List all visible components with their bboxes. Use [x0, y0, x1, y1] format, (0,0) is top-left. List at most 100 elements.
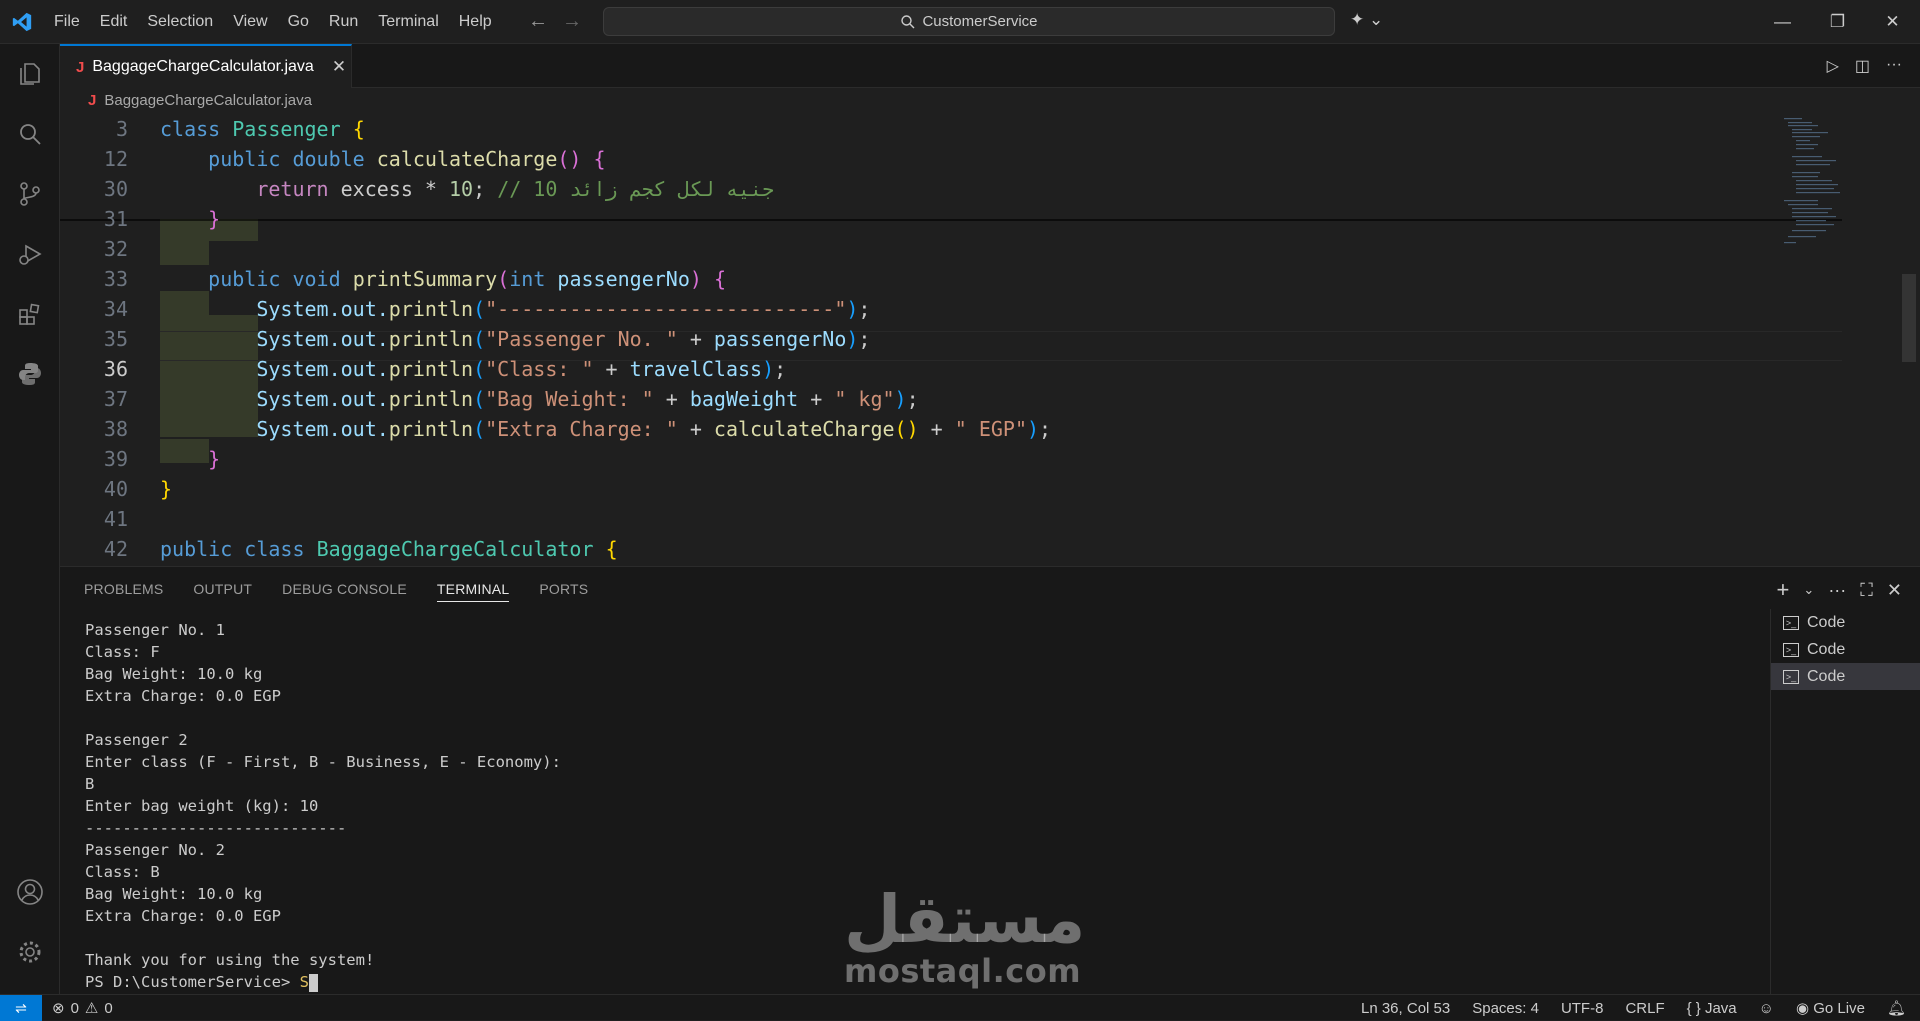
encoding[interactable]: UTF-8 [1561, 1000, 1604, 1017]
terminal-icon: >_ [1783, 669, 1799, 684]
restore-icon[interactable]: ❐ [1810, 0, 1865, 44]
code-token: class [160, 117, 221, 141]
cursor-position[interactable]: Ln 36, Col 53 [1361, 1000, 1450, 1017]
run-file-icon[interactable]: ▷ [1827, 56, 1839, 76]
go-live[interactable]: ◉ Go Live [1796, 999, 1865, 1017]
language-mode[interactable]: { } Java [1687, 1000, 1737, 1017]
tab-terminal[interactable]: TERMINAL [436, 581, 510, 602]
code-token: ; [858, 327, 871, 351]
breadcrumb-file[interactable]: BaggageChargeCalculator.java [104, 92, 312, 109]
code-editor[interactable]: 3 class Passenger { 12 public double cal… [60, 114, 1920, 566]
code-line: 39 } [60, 444, 1860, 474]
code-token: } [208, 207, 221, 231]
minimize-icon[interactable]: — [1755, 0, 1810, 44]
tab-problems[interactable]: PROBLEMS [84, 581, 163, 602]
copilot-status-icon[interactable]: ☺ [1759, 1000, 1774, 1017]
terminal-name: Code [1807, 613, 1846, 631]
tab-output[interactable]: OUTPUT [193, 581, 252, 602]
menu-view[interactable]: View [223, 13, 277, 31]
menu-selection[interactable]: Selection [137, 13, 223, 31]
close-tab-icon[interactable]: ✕ [332, 57, 346, 77]
menu-edit[interactable]: Edit [90, 13, 138, 31]
editor-scrollbar-thumb[interactable] [1902, 274, 1916, 362]
java-file-icon: J [88, 92, 97, 109]
nav-arrows: ← → [528, 10, 582, 33]
chevron-down-icon[interactable]: ⌄ [1803, 582, 1814, 598]
source-control-icon[interactable] [12, 176, 48, 212]
menu-help[interactable]: Help [449, 13, 502, 31]
panel-actions: + ⌄ ··· ⛶ ✕ [1777, 577, 1902, 603]
copilot-icon[interactable]: ✦ ⌄ [1350, 10, 1383, 30]
remote-indicator-icon[interactable]: ⇌ [0, 995, 42, 1021]
line-number: 12 [103, 147, 128, 171]
code-token: printSummary [352, 267, 498, 291]
code-token: () [894, 417, 919, 441]
tab-debug-console[interactable]: DEBUG CONSOLE [282, 581, 407, 602]
code-token: "Bag Weight: " [485, 387, 654, 411]
minimap[interactable] [1782, 116, 1842, 256]
explorer-icon[interactable] [12, 56, 48, 92]
split-editor-icon[interactable]: ◫ [1855, 56, 1870, 76]
end-of-line[interactable]: CRLF [1625, 1000, 1664, 1017]
code-line: 41 [60, 504, 1860, 534]
breadcrumb: J BaggageChargeCalculator.java [88, 92, 312, 109]
more-actions-icon[interactable]: ··· [1886, 56, 1902, 76]
manage-gear-icon[interactable] [12, 934, 48, 970]
terminal-text: Passenger No. 1 Class: F Bag Weight: 10.… [85, 621, 561, 969]
code-token: ; [858, 297, 871, 321]
more-actions-icon[interactable]: ··· [1828, 580, 1846, 601]
code-token: bagWeight [689, 387, 799, 411]
accounts-icon[interactable] [12, 874, 48, 910]
maximize-panel-icon[interactable]: ⛶ [1860, 580, 1873, 601]
tab-baggagechargecalculator[interactable]: J BaggageChargeCalculator.java ✕ [60, 44, 352, 88]
tab-ports[interactable]: PORTS [539, 581, 588, 602]
code-line: 37 System.out.println("Bag Weight: " + b… [60, 384, 1860, 414]
code-token: System.out. [256, 357, 389, 381]
watermark-latin: mostaql.com [844, 952, 1082, 990]
line-number: 36 [103, 357, 128, 381]
code-token: ( [473, 417, 486, 441]
editor-area: J BaggageChargeCalculator.java ✕ ▷ ◫ ···… [60, 44, 1920, 566]
code-token: "Passenger No. " [485, 327, 678, 351]
code-token: " EGP" [954, 417, 1027, 441]
error-count: 0 [70, 999, 79, 1017]
back-arrow-icon[interactable]: ← [528, 10, 548, 33]
code-token: passengerNo [713, 327, 847, 351]
terminal-output[interactable]: Passenger No. 1 Class: F Bag Weight: 10.… [85, 619, 561, 993]
command-center-search[interactable]: CustomerService [603, 7, 1335, 36]
line-number: 41 [103, 507, 128, 531]
code-token: } [208, 447, 221, 471]
forward-arrow-icon[interactable]: → [562, 10, 582, 33]
broadcast-icon: ◉ [1795, 1000, 1810, 1017]
code-token: ) [689, 267, 702, 291]
search-view-icon[interactable] [12, 116, 48, 152]
activity-bar [0, 44, 60, 994]
menu-go[interactable]: Go [278, 13, 319, 31]
code-token: public [160, 537, 233, 561]
terminal-list-item[interactable]: >_ Code [1771, 636, 1920, 663]
python-icon[interactable] [12, 356, 48, 392]
notifications-bell-icon[interactable]: 🔔︎ [1887, 999, 1906, 1017]
run-debug-icon[interactable] [12, 236, 48, 272]
code-token: ) [762, 357, 775, 381]
close-panel-icon[interactable]: ✕ [1887, 580, 1902, 601]
indentation[interactable]: Spaces: 4 [1472, 1000, 1539, 1017]
new-terminal-icon[interactable]: + [1777, 577, 1790, 603]
close-window-icon[interactable]: ✕ [1865, 0, 1920, 44]
menu-run[interactable]: Run [319, 13, 368, 31]
terminal-list-item[interactable]: >_ Code [1771, 609, 1920, 636]
menu-terminal[interactable]: Terminal [368, 13, 448, 31]
menu-file[interactable]: File [44, 13, 90, 31]
terminal-list-item-active[interactable]: >_ Code [1771, 663, 1920, 690]
code-token: ; [906, 387, 919, 411]
line-number: 32 [103, 237, 128, 261]
code-token: + [593, 357, 630, 381]
code-line-current: 36 System.out.println("Class: " + travel… [60, 354, 1860, 384]
code-line: 31 } [60, 204, 1860, 234]
status-problems[interactable]: ⊗ 0 ⚠ 0 [52, 999, 113, 1018]
watermark: مستقل mostaql.com [844, 881, 1086, 991]
line-number: 31 [103, 207, 128, 231]
watermark-arabic: مستقل [844, 881, 1086, 958]
line-number: 39 [103, 447, 128, 471]
extensions-icon[interactable] [12, 296, 48, 332]
